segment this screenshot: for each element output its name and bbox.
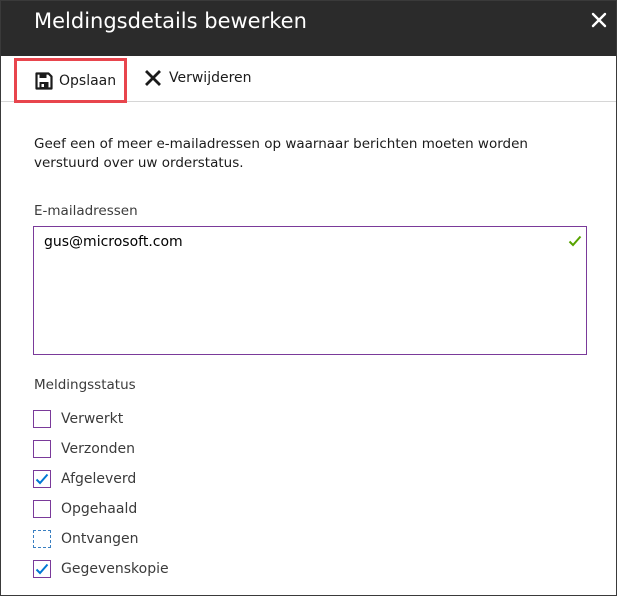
delete-button[interactable]: Verwijderen bbox=[145, 56, 252, 99]
status-item-verwerkt[interactable]: Verwerkt bbox=[33, 404, 169, 434]
checkbox-label: Opgehaald bbox=[61, 501, 138, 517]
checkbox-label: Gegevenskopie bbox=[61, 561, 169, 577]
email-field-label: E-mailadressen bbox=[34, 203, 138, 219]
checkbox-label: Verzonden bbox=[61, 441, 136, 457]
checkmark-icon bbox=[35, 473, 49, 485]
status-item-opgehaald[interactable]: Opgehaald bbox=[33, 494, 169, 524]
toolbar: Opslaan Verwijderen bbox=[1, 56, 616, 103]
page-title: Meldingsdetails bewerken bbox=[34, 9, 307, 33]
save-button-label: Opslaan bbox=[59, 72, 117, 89]
title-bar: Meldingsdetails bewerken bbox=[1, 1, 616, 56]
save-icon bbox=[35, 71, 53, 90]
status-section-label: Meldingsstatus bbox=[34, 377, 136, 393]
form-description: Geef een of meer e-mailadressen op waarn… bbox=[34, 136, 528, 171]
status-checkbox-list: Verwerkt Verzonden Afgeleverd Opgehaald … bbox=[33, 404, 169, 584]
status-item-gegevenskopie[interactable]: Gegevenskopie bbox=[33, 554, 169, 584]
checkbox-checked[interactable] bbox=[33, 560, 51, 578]
checkbox[interactable] bbox=[33, 500, 51, 518]
valid-check-icon bbox=[568, 235, 582, 247]
checkbox-checked[interactable] bbox=[33, 470, 51, 488]
checkbox-label: Verwerkt bbox=[61, 411, 124, 427]
checkbox[interactable] bbox=[33, 440, 51, 458]
status-item-verzonden[interactable]: Verzonden bbox=[33, 434, 169, 464]
checkmark-icon bbox=[35, 563, 49, 575]
status-item-afgeleverd[interactable]: Afgeleverd bbox=[33, 464, 169, 494]
close-icon bbox=[591, 12, 607, 28]
checkbox-label: Ontvangen bbox=[61, 531, 139, 547]
checkbox-focused[interactable] bbox=[33, 530, 51, 548]
email-field-value: gus@microsoft.com bbox=[44, 234, 183, 250]
close-button[interactable] bbox=[585, 8, 613, 32]
checkbox[interactable] bbox=[33, 410, 51, 428]
x-icon bbox=[145, 69, 161, 86]
dialog-panel: Meldingsdetails bewerken Opslaan Verwijd… bbox=[0, 0, 617, 596]
save-button[interactable]: Opslaan bbox=[14, 58, 127, 103]
status-item-ontvangen[interactable]: Ontvangen bbox=[33, 524, 169, 554]
checkbox-label: Afgeleverd bbox=[61, 471, 137, 487]
email-field[interactable]: gus@microsoft.com bbox=[33, 226, 587, 355]
delete-button-label: Verwijderen bbox=[169, 69, 252, 86]
